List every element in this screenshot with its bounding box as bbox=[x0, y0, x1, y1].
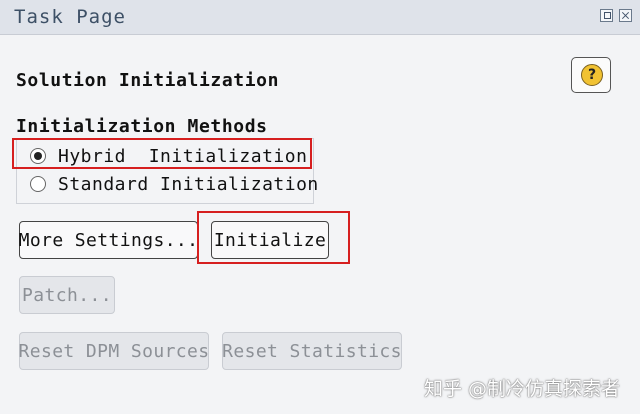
help-button[interactable]: ? bbox=[571, 57, 611, 93]
highlight-box-hybrid bbox=[12, 138, 312, 169]
close-icon[interactable] bbox=[619, 9, 632, 22]
radio-unselected-icon[interactable] bbox=[30, 176, 46, 192]
reset-statistics-button[interactable]: Reset Statistics bbox=[222, 332, 402, 370]
window-title: Task Page bbox=[14, 6, 126, 28]
patch-button[interactable]: Patch... bbox=[19, 276, 115, 314]
section-title: Solution Initialization bbox=[16, 70, 280, 91]
title-bar: Task Page bbox=[0, 0, 640, 35]
reset-dpm-sources-button[interactable]: Reset DPM Sources bbox=[18, 332, 209, 370]
more-settings-button[interactable]: More Settings... bbox=[19, 221, 198, 259]
watermark: 知乎 @制冷仿真探索者 bbox=[424, 378, 621, 400]
highlight-box-initialize bbox=[197, 211, 350, 264]
initialization-methods-label: Initialization Methods bbox=[16, 116, 268, 137]
radio-standard-initialization[interactable]: Standard Initialization bbox=[30, 172, 319, 196]
radio-label-standard: Standard Initialization bbox=[58, 173, 319, 195]
restore-icon[interactable] bbox=[600, 9, 613, 22]
help-icon: ? bbox=[581, 64, 603, 86]
